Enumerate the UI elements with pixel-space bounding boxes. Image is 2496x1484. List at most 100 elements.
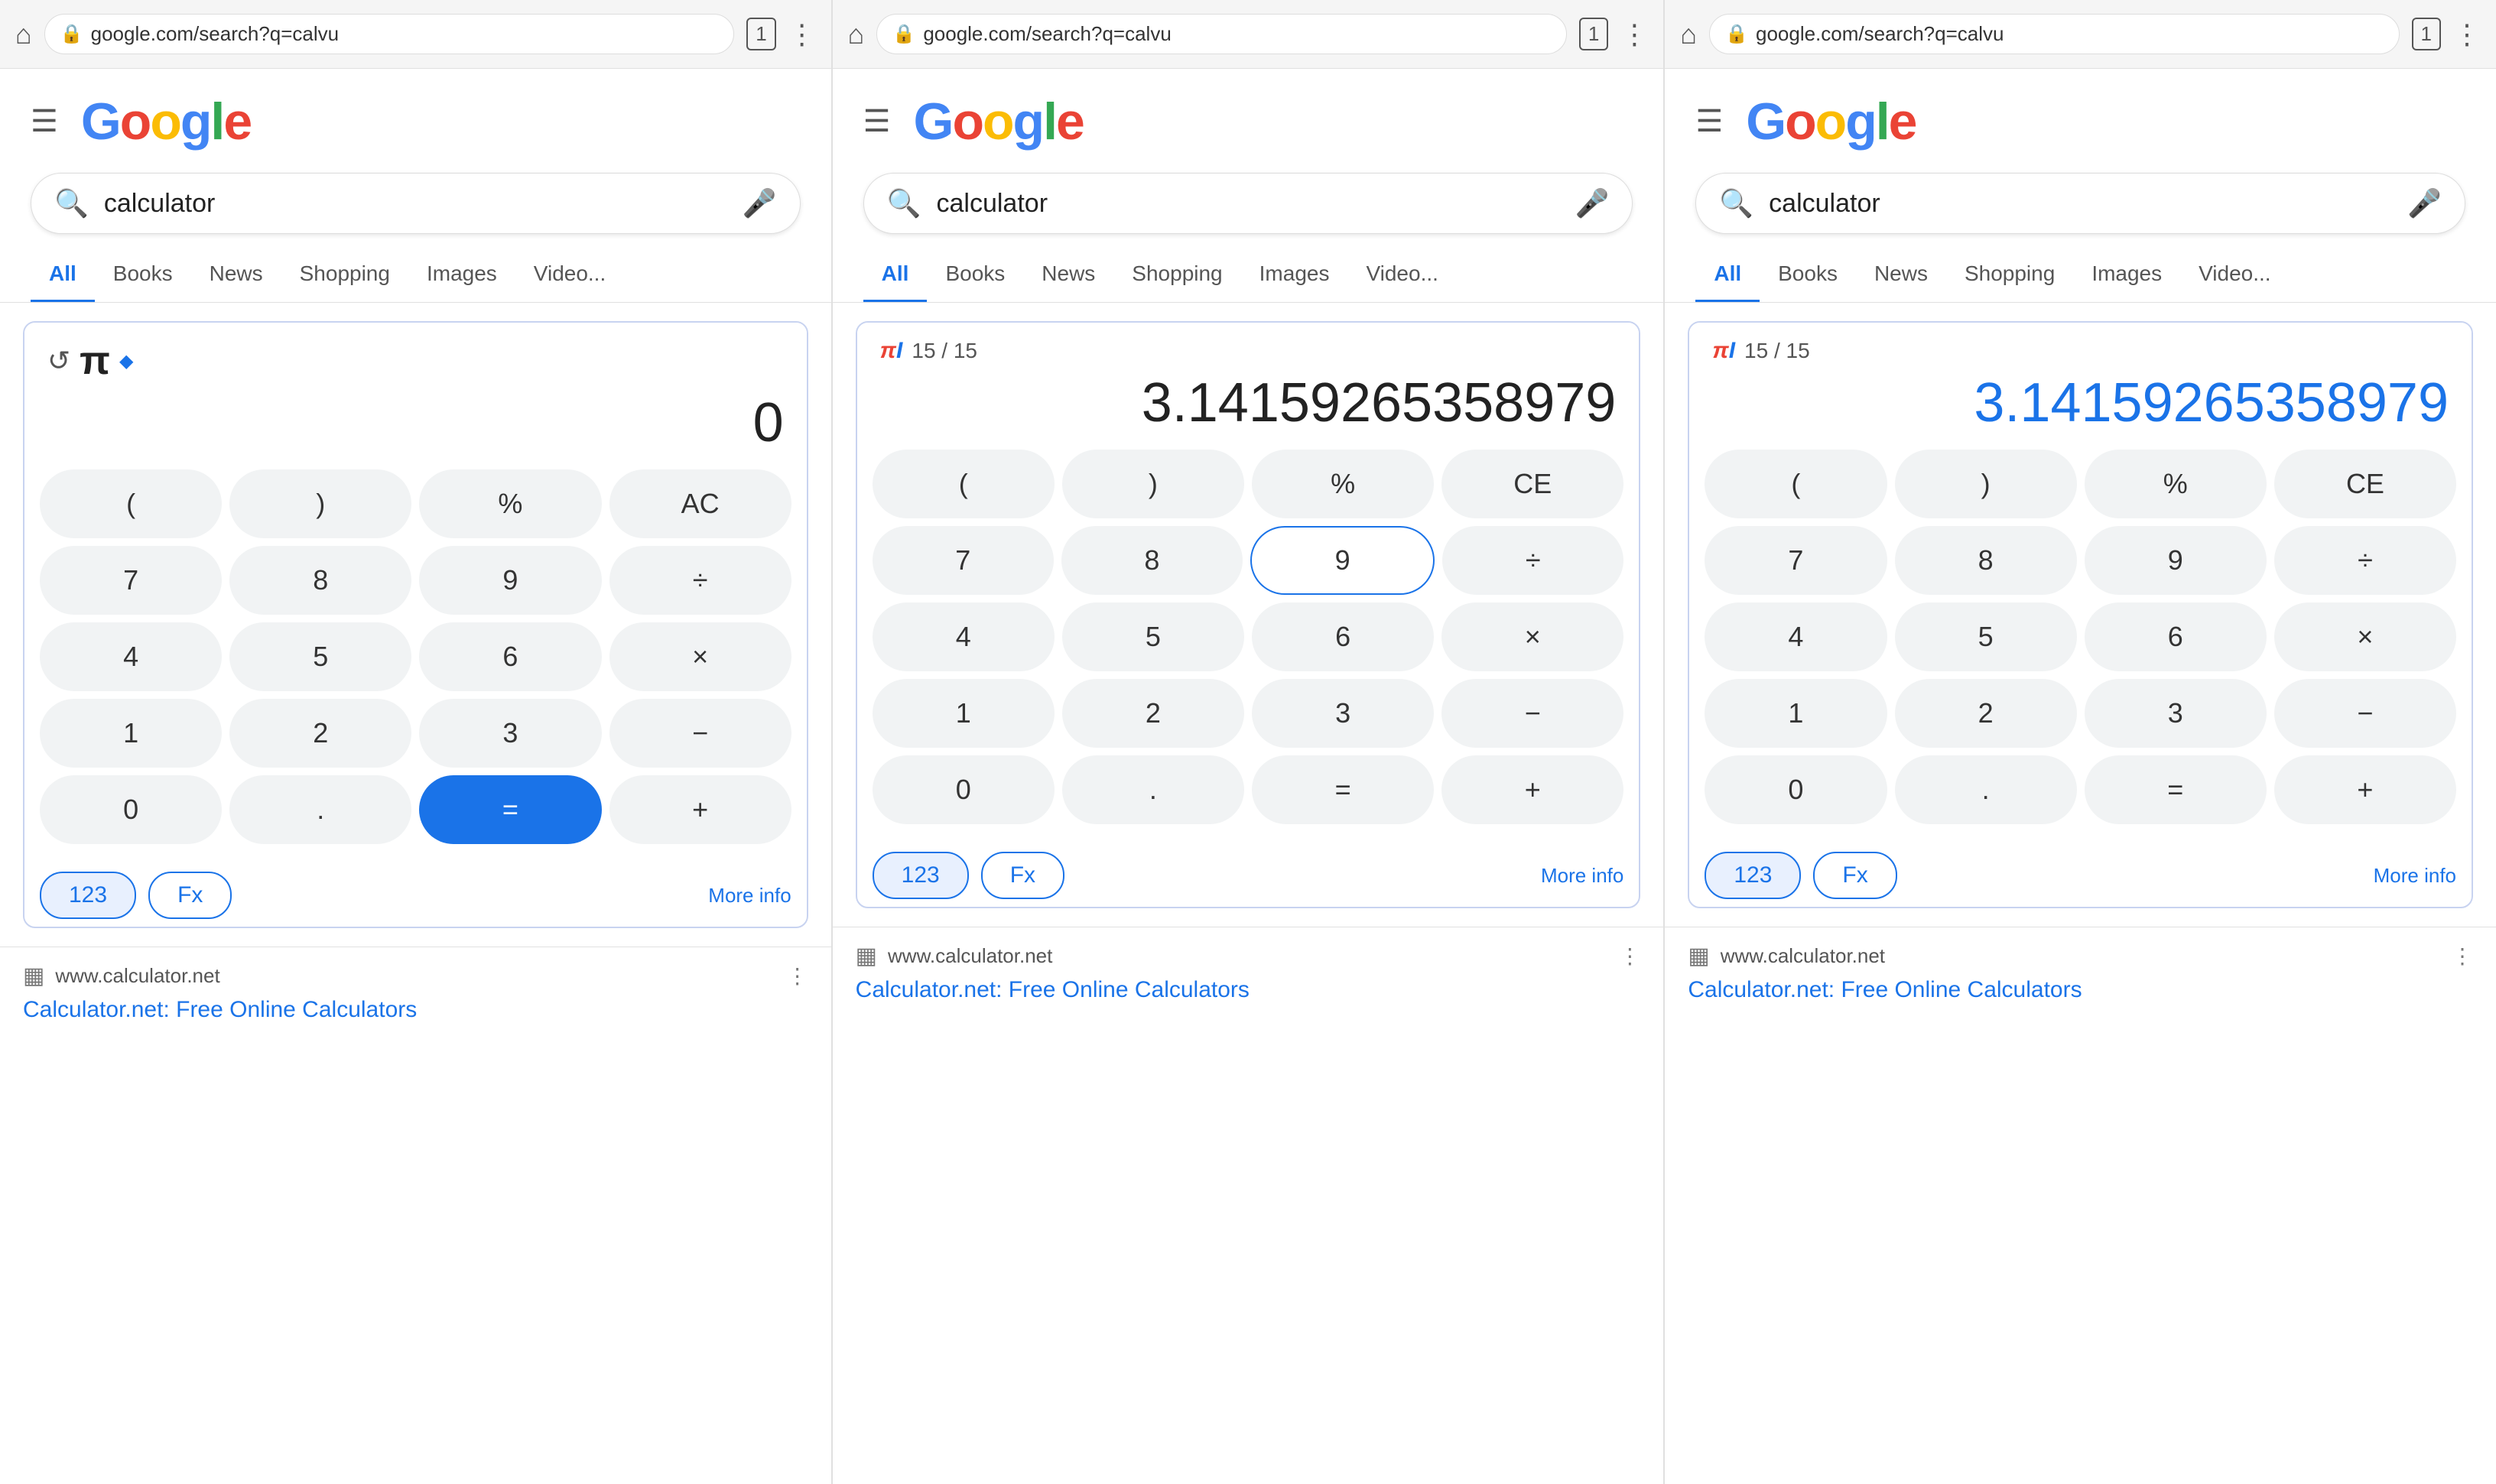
calc-btn-2[interactable]: 2 bbox=[1895, 679, 2077, 748]
tab-video...[interactable]: Video... bbox=[515, 248, 624, 302]
mode-fx-btn[interactable]: Fx bbox=[1813, 852, 1896, 899]
calc-btn-2[interactable]: 2 bbox=[1062, 679, 1244, 748]
calc-btn-0[interactable]: 0 bbox=[40, 775, 222, 844]
calc-btn-op[interactable]: ) bbox=[229, 469, 411, 538]
calc-btn-8[interactable]: 8 bbox=[229, 546, 411, 615]
calc-btn-6[interactable]: 6 bbox=[419, 622, 601, 691]
calc-btn-9[interactable]: 9 bbox=[1250, 526, 1435, 595]
calc-btn-7[interactable]: 7 bbox=[873, 526, 1054, 595]
mode-fx-btn[interactable]: Fx bbox=[148, 872, 232, 919]
calc-btn-op[interactable]: + bbox=[609, 775, 791, 844]
hamburger-icon[interactable]: ☰ bbox=[31, 104, 58, 139]
calc-btn-4[interactable]: 4 bbox=[1705, 602, 1887, 671]
tab-images[interactable]: Images bbox=[1241, 248, 1348, 302]
tab-books[interactable]: Books bbox=[95, 248, 191, 302]
mic-icon[interactable]: 🎤 bbox=[1575, 187, 1610, 219]
calc-btn-5[interactable]: 5 bbox=[1895, 602, 2077, 671]
tab-news[interactable]: News bbox=[191, 248, 281, 302]
calc-btn-9[interactable]: 9 bbox=[2085, 526, 2267, 595]
calc-btn-CE[interactable]: CE bbox=[1441, 450, 1623, 518]
url-bar[interactable]: 🔒 google.com/search?q=calvu bbox=[876, 14, 1566, 54]
calc-btn-op[interactable]: % bbox=[2085, 450, 2267, 518]
calc-btn-op[interactable]: + bbox=[2274, 755, 2456, 824]
calc-btn-op[interactable]: ( bbox=[873, 450, 1055, 518]
calc-btn-5[interactable]: 5 bbox=[1062, 602, 1244, 671]
calc-btn-op[interactable]: × bbox=[1441, 602, 1623, 671]
mic-icon[interactable]: 🎤 bbox=[2407, 187, 2442, 219]
history-icon[interactable]: ↺ bbox=[47, 345, 70, 377]
menu-dots-icon[interactable]: ⋮ bbox=[788, 18, 816, 50]
calc-btn-op[interactable]: % bbox=[419, 469, 601, 538]
tab-count[interactable]: 1 bbox=[1579, 18, 1608, 50]
calc-btn-op[interactable]: . bbox=[229, 775, 411, 844]
calc-btn-op[interactable]: − bbox=[1441, 679, 1623, 748]
tab-books[interactable]: Books bbox=[1760, 248, 1856, 302]
mode-fx-btn[interactable]: Fx bbox=[981, 852, 1064, 899]
calc-btn-op[interactable]: ÷ bbox=[1442, 526, 1623, 595]
calc-btn-0[interactable]: 0 bbox=[1705, 755, 1887, 824]
calc-btn-CE[interactable]: CE bbox=[2274, 450, 2456, 518]
result-title[interactable]: Calculator.net: Free Online Calculators bbox=[1688, 977, 2473, 1003]
result-menu-icon[interactable]: ⋮ bbox=[787, 963, 808, 989]
calc-btn-7[interactable]: 7 bbox=[1705, 526, 1887, 595]
tab-books[interactable]: Books bbox=[927, 248, 1023, 302]
calc-btn-8[interactable]: 8 bbox=[1061, 526, 1243, 595]
tab-shopping[interactable]: Shopping bbox=[1113, 248, 1240, 302]
calc-btn-8[interactable]: 8 bbox=[1895, 526, 2077, 595]
more-info-link[interactable]: More info bbox=[1541, 864, 1623, 888]
home-icon[interactable]: ⌂ bbox=[15, 18, 32, 50]
more-info-link[interactable]: More info bbox=[2374, 864, 2456, 888]
tab-video...[interactable]: Video... bbox=[1347, 248, 1456, 302]
calc-btn-op[interactable]: ( bbox=[40, 469, 222, 538]
mode-123-btn[interactable]: 123 bbox=[1705, 852, 1801, 899]
calc-btn-3[interactable]: 3 bbox=[1252, 679, 1434, 748]
tab-all[interactable]: All bbox=[1695, 248, 1760, 302]
calc-btn-op[interactable]: + bbox=[1441, 755, 1623, 824]
calc-btn-3[interactable]: 3 bbox=[419, 699, 601, 768]
calc-btn-op[interactable]: = bbox=[419, 775, 601, 844]
result-menu-icon[interactable]: ⋮ bbox=[1619, 943, 1640, 969]
result-title[interactable]: Calculator.net: Free Online Calculators bbox=[856, 977, 1641, 1003]
mode-123-btn[interactable]: 123 bbox=[40, 872, 136, 919]
tab-count[interactable]: 1 bbox=[746, 18, 775, 50]
calc-btn-2[interactable]: 2 bbox=[229, 699, 411, 768]
calc-btn-4[interactable]: 4 bbox=[873, 602, 1055, 671]
url-bar[interactable]: 🔒 google.com/search?q=calvu bbox=[44, 14, 734, 54]
calc-btn-1[interactable]: 1 bbox=[40, 699, 222, 768]
tab-shopping[interactable]: Shopping bbox=[281, 248, 408, 302]
search-bar[interactable]: 🔍 calculator 🎤 bbox=[863, 173, 1633, 234]
calc-btn-op[interactable]: − bbox=[2274, 679, 2456, 748]
calc-btn-op[interactable]: % bbox=[1252, 450, 1434, 518]
calc-btn-1[interactable]: 1 bbox=[1705, 679, 1887, 748]
calc-btn-op[interactable]: − bbox=[609, 699, 791, 768]
calc-btn-op[interactable]: = bbox=[2085, 755, 2267, 824]
calc-btn-op[interactable]: ÷ bbox=[2274, 526, 2456, 595]
calc-btn-op[interactable]: ) bbox=[1895, 450, 2077, 518]
result-menu-icon[interactable]: ⋮ bbox=[2452, 943, 2473, 969]
calc-btn-op[interactable]: ( bbox=[1705, 450, 1887, 518]
calc-btn-op[interactable]: . bbox=[1062, 755, 1244, 824]
mic-icon[interactable]: 🎤 bbox=[743, 187, 777, 219]
tab-count[interactable]: 1 bbox=[2412, 18, 2441, 50]
search-bar[interactable]: 🔍 calculator 🎤 bbox=[1695, 173, 2465, 234]
calc-btn-9[interactable]: 9 bbox=[419, 546, 601, 615]
calc-btn-6[interactable]: 6 bbox=[1252, 602, 1434, 671]
search-bar[interactable]: 🔍 calculator 🎤 bbox=[31, 173, 801, 234]
tab-news[interactable]: News bbox=[1856, 248, 1946, 302]
calc-btn-op[interactable]: ÷ bbox=[609, 546, 791, 615]
calc-btn-op[interactable]: × bbox=[2274, 602, 2456, 671]
calc-btn-AC[interactable]: AC bbox=[609, 469, 791, 538]
tab-video...[interactable]: Video... bbox=[2180, 248, 2289, 302]
more-info-link[interactable]: More info bbox=[708, 884, 791, 908]
calc-btn-op[interactable]: ) bbox=[1062, 450, 1244, 518]
mode-123-btn[interactable]: 123 bbox=[873, 852, 969, 899]
tab-news[interactable]: News bbox=[1023, 248, 1113, 302]
calc-btn-4[interactable]: 4 bbox=[40, 622, 222, 691]
tab-shopping[interactable]: Shopping bbox=[1946, 248, 2073, 302]
tab-all[interactable]: All bbox=[863, 248, 928, 302]
calc-btn-0[interactable]: 0 bbox=[873, 755, 1055, 824]
calc-btn-1[interactable]: 1 bbox=[873, 679, 1055, 748]
home-icon[interactable]: ⌂ bbox=[848, 18, 865, 50]
hamburger-icon[interactable]: ☰ bbox=[1695, 104, 1723, 139]
tab-all[interactable]: All bbox=[31, 248, 95, 302]
